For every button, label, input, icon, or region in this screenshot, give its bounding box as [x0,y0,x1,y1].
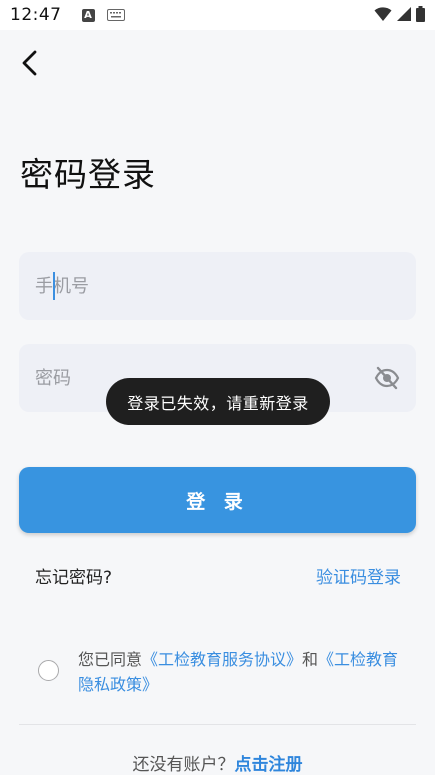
agreement-text: 您已同意《工检教育服务协议》和《工检教育隐私政策》 [78,647,413,697]
agreement-radio[interactable] [38,660,59,681]
agreement-prefix: 您已同意 [78,650,143,669]
text-cursor [53,272,55,300]
status-time: 12:47 [10,5,62,25]
page-title: 密码登录 [20,155,156,194]
login-button[interactable]: 登 录 [19,467,416,533]
toast-message: 登录已失效，请重新登录 [106,378,330,425]
keyboard-icon [106,9,125,21]
notification-a-icon: A [81,8,95,22]
login-screen: 12:47 A 密码登录 手机号 登录已失效，请重新登录 登 录 忘记密码? 验… [0,0,435,775]
sms-login-link[interactable]: 验证码登录 [316,563,401,588]
agreement-conjunction: 和 [302,650,319,669]
phone-input[interactable] [35,275,335,297]
status-bar: 12:47 A [0,0,435,30]
service-agreement-link[interactable]: 《工检教育服务协议》 [142,650,302,669]
forgot-password-link[interactable]: 忘记密码? [35,563,112,588]
register-prompt-text: 还没有账户？ [132,755,235,775]
phone-field[interactable] [19,252,416,320]
status-icons [374,6,425,22]
register-link[interactable]: 点击注册 [235,755,303,775]
wifi-icon [374,7,392,21]
register-prompt: 还没有账户？点击注册 [0,750,435,775]
eye-off-icon[interactable] [374,365,400,391]
signal-icon [397,7,411,21]
back-button[interactable] [12,46,46,80]
divider [19,724,416,725]
battery-icon [416,6,425,22]
back-arrow-icon [22,50,37,76]
